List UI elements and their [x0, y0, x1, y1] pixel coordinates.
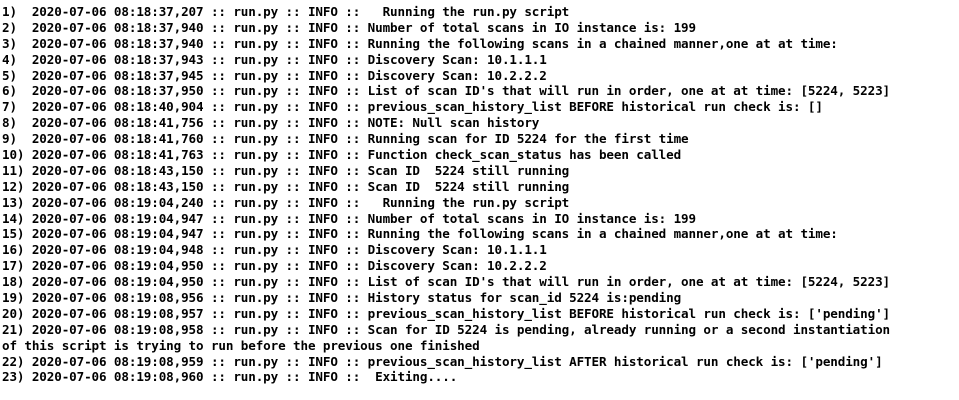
log-line: 5) 2020-07-06 08:18:37,945 :: run.py :: … [2, 67, 547, 83]
log-line: 11) 2020-07-06 08:18:43,150 :: run.py ::… [2, 162, 570, 178]
log-line: 2) 2020-07-06 08:18:37,940 :: run.py :: … [2, 19, 696, 35]
log-line: 9) 2020-07-06 08:18:41,760 :: run.py :: … [2, 131, 689, 147]
log-line: 8) 2020-07-06 08:18:41,756 :: run.py :: … [2, 115, 540, 131]
log-line: 16) 2020-07-06 08:19:04,948 :: run.py ::… [2, 242, 547, 258]
log-line: 12) 2020-07-06 08:18:43,150 :: run.py ::… [2, 178, 570, 194]
log-line: 14) 2020-07-06 08:19:04,947 :: run.py ::… [2, 210, 696, 226]
log-line: 15) 2020-07-06 08:19:04,947 :: run.py ::… [2, 226, 838, 242]
log-line-wrapped: of this script is trying to run before t… [2, 337, 480, 353]
log-line: 13) 2020-07-06 08:19:04,240 :: run.py ::… [2, 194, 570, 210]
log-line: 1) 2020-07-06 08:18:37,207 :: run.py :: … [2, 4, 570, 19]
log-output: 1) 2020-07-06 08:18:37,207 :: run.py :: … [0, 0, 959, 400]
log-line: 7) 2020-07-06 08:18:40,904 :: run.py :: … [2, 99, 823, 115]
log-line: 17) 2020-07-06 08:19:04,950 :: run.py ::… [2, 258, 547, 274]
log-line: 18) 2020-07-06 08:19:04,950 :: run.py ::… [2, 274, 890, 290]
log-line: 19) 2020-07-06 08:19:08,956 :: run.py ::… [2, 290, 682, 306]
log-line: 22) 2020-07-06 08:19:08,959 :: run.py ::… [2, 353, 883, 369]
log-line: 21) 2020-07-06 08:19:08,958 :: run.py ::… [2, 321, 890, 337]
log-line: 3) 2020-07-06 08:18:37,940 :: run.py :: … [2, 35, 838, 51]
log-line: 4) 2020-07-06 08:18:37,943 :: run.py :: … [2, 51, 547, 67]
log-line: 23) 2020-07-06 08:19:08,960 :: run.py ::… [2, 369, 458, 385]
log-line: 20) 2020-07-06 08:19:08,957 :: run.py ::… [2, 305, 890, 321]
log-line: 6) 2020-07-06 08:18:37,950 :: run.py :: … [2, 83, 890, 99]
log-line: 10) 2020-07-06 08:18:41,763 :: run.py ::… [2, 147, 682, 163]
